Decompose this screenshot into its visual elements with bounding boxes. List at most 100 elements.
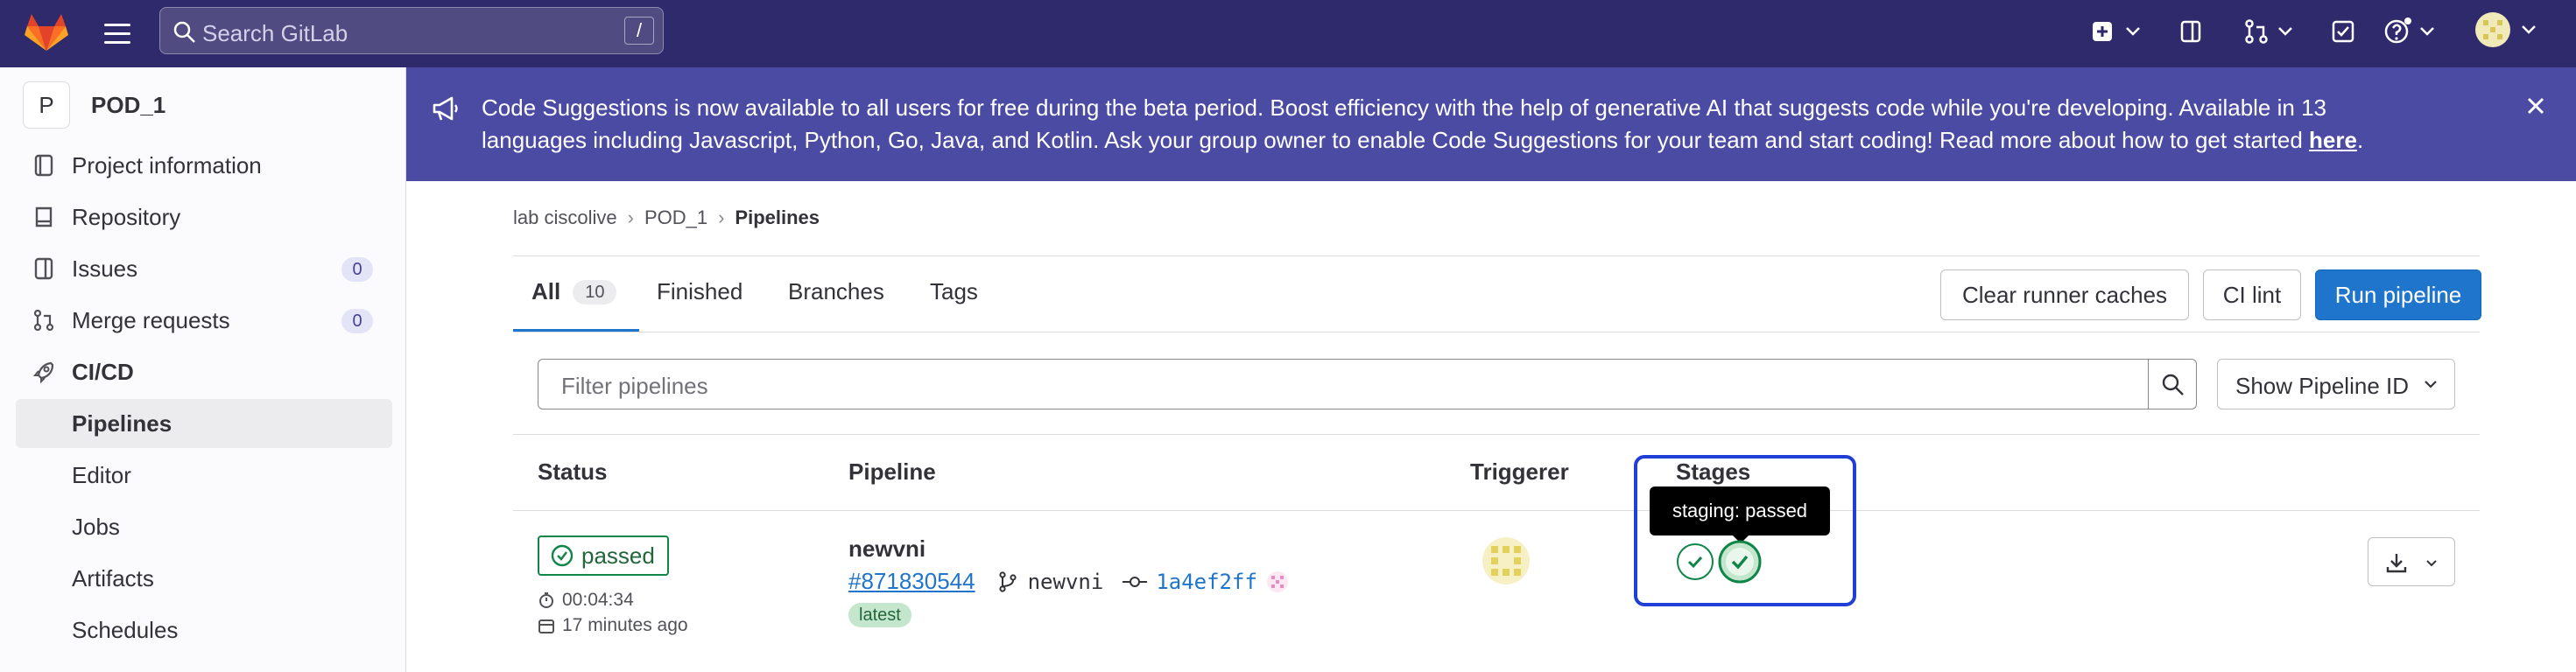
search-input[interactable]: Search GitLab /	[159, 7, 664, 54]
timer-icon	[539, 592, 553, 608]
commit-sha-link[interactable]: 1a4ef2ff	[1156, 570, 1257, 594]
sidebar-item-issues[interactable]: Issues 0	[16, 244, 392, 293]
chevron-down-icon	[2420, 27, 2434, 36]
stage-staging-status-icon[interactable]	[1718, 540, 1762, 584]
code-suggestions-banner: Code Suggestions is now available to all…	[406, 67, 2576, 181]
author-avatar[interactable]	[1266, 570, 1289, 593]
pipeline-name: newvni	[848, 536, 926, 562]
dropdown-label: Show Pipeline ID	[2235, 373, 2409, 399]
filter-pipelines-input[interactable]: Filter pipelines	[538, 359, 2149, 410]
sidebar-item-cicd[interactable]: CI/CD	[16, 347, 392, 396]
todo-icon	[2332, 20, 2354, 43]
user-menu-button[interactable]	[2474, 12, 2537, 47]
sidebar: P POD_1 Project information Repository I…	[0, 67, 406, 672]
sidebar-item-label: Merge requests	[72, 306, 230, 333]
create-new-button[interactable]	[2091, 14, 2142, 49]
chevron-down-icon	[2126, 27, 2140, 36]
sidebar-subitem-artifacts[interactable]: Artifacts	[16, 554, 392, 603]
merge-requests-nav-button[interactable]	[2243, 14, 2294, 49]
latest-badge: latest	[848, 603, 911, 627]
tab-label: Branches	[788, 278, 884, 304]
sidebar-subitem-label: Schedules	[72, 616, 179, 643]
sidebar-subitem-schedules[interactable]: Schedules	[16, 606, 392, 654]
sidebar-item-label: Project information	[72, 151, 262, 178]
chevron-down-icon	[2426, 560, 2437, 567]
sidebar-subitem-label: Pipelines	[72, 410, 172, 437]
close-icon[interactable]	[2522, 92, 2550, 120]
breadcrumb-project[interactable]: POD_1	[644, 206, 707, 229]
banner-message: Code Suggestions is now available to all…	[482, 92, 2469, 157]
status-label: passed	[581, 542, 655, 569]
stage-tooltip: staging: passed	[1650, 486, 1830, 536]
sidebar-subitem-editor[interactable]: Editor	[16, 451, 392, 500]
calendar-icon	[538, 620, 554, 634]
breadcrumb-group[interactable]: lab ciscolive	[513, 206, 617, 229]
pipeline-id-link[interactable]: #871830544	[848, 568, 975, 595]
sidebar-subitem-jobs[interactable]: Jobs	[16, 502, 392, 551]
check-circle-icon	[551, 544, 574, 567]
sidebar-item-label: CI/CD	[72, 358, 134, 385]
banner-text-line2: languages including Javascript, Python, …	[482, 127, 2310, 153]
download-artifacts-button[interactable]	[2368, 537, 2455, 586]
project-header[interactable]: P POD_1	[23, 81, 165, 129]
todo-nav-button[interactable]	[2331, 14, 2355, 49]
breadcrumb-separator-icon: ›	[718, 206, 725, 228]
merge-requests-count-badge: 0	[341, 309, 373, 333]
tab-tags[interactable]: Tags	[930, 278, 978, 305]
triggerer-avatar[interactable]	[1482, 537, 1530, 584]
ci-lint-button[interactable]: CI lint	[2203, 270, 2301, 320]
show-pipeline-id-dropdown[interactable]: Show Pipeline ID	[2217, 359, 2455, 410]
chevron-down-icon	[2425, 381, 2437, 388]
banner-read-more-link[interactable]: here	[2309, 127, 2357, 153]
finished-text: 17 minutes ago	[562, 615, 688, 635]
sidebar-item-repository[interactable]: Repository	[16, 192, 392, 242]
tab-count-badge: 10	[573, 279, 617, 304]
issues-nav-button[interactable]	[2178, 14, 2203, 49]
tab-finished[interactable]: Finished	[657, 278, 743, 305]
top-navbar: Search GitLab /	[0, 0, 2576, 67]
duration-text: 00:04:34	[562, 590, 634, 610]
tab-label: Tags	[930, 278, 978, 304]
project-avatar: P	[23, 81, 70, 129]
column-header-triggerer: Triggerer	[1470, 458, 1569, 485]
commit-icon	[1123, 576, 1148, 587]
stage-build-status-icon[interactable]	[1676, 542, 1714, 581]
divider	[513, 510, 2480, 511]
filter-search-button[interactable]	[2148, 359, 2197, 410]
sidebar-subitem-label: Artifacts	[72, 564, 154, 592]
sidebar-subitem-label: Editor	[72, 461, 131, 488]
sidebar-subitem-pipelines[interactable]: Pipelines	[16, 399, 392, 448]
pipeline-finished-time: 17 minutes ago	[538, 615, 688, 636]
gitlab-logo[interactable]	[25, 12, 68, 52]
merge-requests-icon	[2245, 19, 2268, 44]
issues-icon	[34, 257, 53, 280]
banner-text-line1: Code Suggestions is now available to all…	[482, 94, 2326, 121]
download-icon	[2386, 554, 2407, 573]
hamburger-icon[interactable]	[98, 18, 137, 49]
breadcrumb: lab ciscolive › POD_1 › Pipelines	[513, 206, 820, 229]
plus-square-icon	[2093, 22, 2112, 41]
rocket-icon	[32, 361, 54, 384]
run-pipeline-button[interactable]: Run pipeline	[2315, 270, 2481, 320]
column-header-status: Status	[538, 458, 608, 485]
status-badge[interactable]: passed	[538, 536, 669, 576]
issues-count-badge: 0	[341, 257, 373, 282]
megaphone-icon	[433, 96, 458, 121]
tab-all[interactable]: All 10	[531, 278, 617, 305]
tab-branches[interactable]: Branches	[788, 278, 884, 305]
divider	[513, 434, 2480, 435]
help-nav-button[interactable]	[2383, 14, 2436, 49]
sidebar-item-label: Repository	[72, 203, 181, 230]
pipeline-ref-row: #871830544 newvni 1a4ef2ff	[848, 568, 1289, 595]
search-placeholder: Search GitLab	[202, 20, 348, 46]
user-avatar	[2475, 12, 2510, 47]
sidebar-item-project-information[interactable]: Project information	[16, 141, 392, 190]
chevron-down-icon	[2522, 25, 2536, 34]
issues-icon	[2180, 20, 2201, 43]
branch-link[interactable]: newvni	[1028, 570, 1104, 594]
repository-icon	[35, 206, 53, 228]
column-header-pipeline: Pipeline	[848, 458, 936, 485]
clear-runner-caches-button[interactable]: Clear runner caches	[1940, 270, 2189, 320]
sidebar-item-merge-requests[interactable]: Merge requests 0	[16, 296, 392, 345]
branch-icon	[999, 570, 1017, 592]
